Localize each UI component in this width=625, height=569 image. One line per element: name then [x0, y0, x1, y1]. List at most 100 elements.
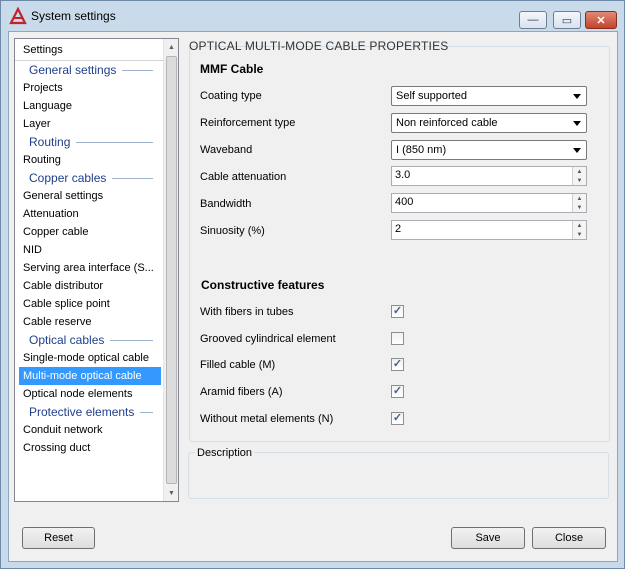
sidebar-list: General settings Projects Language Layer Rou… — [15, 61, 163, 457]
spin-buttons: ▲ ▼ — [572, 194, 586, 212]
close-window-button[interactable]: ✕ — [585, 11, 617, 29]
chevron-down-icon — [573, 94, 581, 99]
sidebar-item[interactable]: General settings — [15, 187, 163, 205]
bandwidth-spinbox[interactable]: 400 ▲ ▼ — [391, 193, 587, 213]
group-divider-line — [76, 142, 153, 143]
feature-checkbox[interactable]: ✓ — [391, 305, 404, 318]
coating-type-value: Self supported — [396, 90, 467, 102]
save-button[interactable]: Save — [451, 527, 525, 549]
sidebar-item[interactable]: Projects — [15, 79, 163, 97]
sidebar-group-label: Routing — [29, 135, 71, 149]
sidebar-item-label: Optical node elements — [23, 388, 133, 400]
scrollbar-thumb[interactable] — [166, 56, 177, 484]
group-divider-line — [110, 340, 153, 341]
spin-up-icon[interactable]: ▲ — [573, 221, 586, 230]
sidebar-item[interactable]: NID — [15, 241, 163, 259]
sidebar-item[interactable]: Optical node elements — [15, 385, 163, 403]
sidebar-item[interactable]: Copper cable — [15, 223, 163, 241]
sinuosity-label: Sinuosity (%) — [200, 225, 265, 237]
coating-type-label: Coating type — [200, 90, 262, 102]
description-label: Description — [195, 447, 255, 459]
chevron-down-icon — [573, 148, 581, 153]
feature-checkbox[interactable]: ✓ — [391, 385, 404, 398]
feature-checkbox[interactable]: ✓ — [391, 412, 404, 425]
cable-attenuation-spinbox[interactable]: 3.0 ▲ ▼ — [391, 166, 587, 186]
minimize-button[interactable]: — — [519, 11, 547, 29]
group-divider-line — [112, 178, 153, 179]
sidebar-item[interactable]: Cable distributor — [15, 277, 163, 295]
sidebar-group-header: Routing — [15, 133, 163, 151]
scroll-up-arrow-icon[interactable]: ▲ — [164, 39, 178, 55]
sidebar-item[interactable]: Language — [15, 97, 163, 115]
sidebar-group-header: Copper cables — [15, 169, 163, 187]
sidebar-item[interactable]: Single-mode optical cable — [15, 349, 163, 367]
properties-title: OPTICAL MULTI-MODE CABLE PROPERTIES — [189, 39, 449, 53]
sidebar-item-label: Routing — [23, 154, 61, 166]
feature-label: Grooved cylindrical element — [200, 333, 336, 345]
sidebar-group-label: Optical cables — [29, 333, 105, 347]
spin-buttons: ▲ ▼ — [572, 167, 586, 185]
sidebar-group-header: Protective elements — [15, 403, 163, 421]
constructive-section-title: Constructive features — [201, 278, 325, 292]
description-box — [188, 452, 609, 499]
sidebar-item[interactable]: Multi-mode optical cable — [19, 367, 161, 385]
sidebar-item[interactable]: Cable reserve — [15, 313, 163, 331]
title-bar[interactable]: System settings — ▭ ✕ — [1, 1, 624, 31]
sidebar-item-label: Layer — [23, 118, 51, 130]
bandwidth-label: Bandwidth — [200, 198, 252, 210]
sidebar-item[interactable]: Serving area interface (S... — [15, 259, 163, 277]
autocad-app-icon — [9, 7, 27, 25]
settings-window: System settings — ▭ ✕ Settings General s… — [0, 0, 625, 569]
sidebar-item-label: Crossing duct — [23, 442, 91, 454]
spin-up-icon[interactable]: ▲ — [573, 167, 586, 176]
checkmark-icon: ✓ — [392, 412, 403, 424]
checkmark-icon: ✓ — [392, 385, 403, 397]
feature-checkbox[interactable] — [391, 332, 404, 345]
sidebar-item-label: Attenuation — [23, 208, 79, 220]
sidebar-item-label: Conduit network — [23, 424, 103, 436]
sidebar-item[interactable]: Conduit network — [15, 421, 163, 439]
spin-up-icon[interactable]: ▲ — [573, 194, 586, 203]
reset-button[interactable]: Reset — [22, 527, 95, 549]
spin-down-icon[interactable]: ▼ — [573, 176, 586, 185]
sidebar-item[interactable]: Layer — [15, 115, 163, 133]
maximize-button[interactable]: ▭ — [553, 11, 581, 29]
sidebar-item-label: Cable splice point — [23, 298, 110, 310]
sidebar-item[interactable]: Attenuation — [15, 205, 163, 223]
sidebar-item-label: Projects — [23, 82, 63, 94]
sidebar-item-label: Cable reserve — [23, 316, 92, 328]
waveband-select[interactable]: I (850 nm) — [391, 140, 587, 160]
sidebar-header[interactable]: Settings — [15, 39, 163, 61]
sidebar-item[interactable]: Cable splice point — [15, 295, 163, 313]
group-divider-line — [122, 70, 153, 71]
chevron-down-icon — [573, 121, 581, 126]
sidebar-group-label: General settings — [29, 63, 117, 77]
sidebar-scrollbar[interactable]: ▲ ▼ — [163, 39, 178, 501]
cable-attenuation-label: Cable attenuation — [200, 171, 287, 183]
cable-attenuation-value: 3.0 — [395, 169, 411, 181]
sidebar-item-label: NID — [23, 244, 42, 256]
spin-down-icon[interactable]: ▼ — [573, 230, 586, 239]
sidebar-item[interactable]: Crossing duct — [15, 439, 163, 457]
sinuosity-value: 2 — [395, 223, 402, 235]
feature-label: Filled cable (M) — [200, 359, 276, 371]
sidebar-item-label: Cable distributor — [23, 280, 104, 292]
feature-checkbox[interactable]: ✓ — [391, 358, 404, 371]
scroll-down-arrow-icon[interactable]: ▼ — [164, 485, 178, 501]
reinforcement-type-value: Non reinforced cable — [396, 117, 498, 129]
reinforcement-type-label: Reinforcement type — [200, 117, 296, 129]
reinforcement-type-select[interactable]: Non reinforced cable — [391, 113, 587, 133]
close-button[interactable]: Close — [532, 527, 606, 549]
checkmark-icon: ✓ — [392, 305, 403, 317]
spin-down-icon[interactable]: ▼ — [573, 203, 586, 212]
sidebar-group-header: Optical cables — [15, 331, 163, 349]
sidebar-group-label: Copper cables — [29, 171, 107, 185]
sidebar-item-label: General settings — [23, 190, 104, 202]
waveband-value: I (850 nm) — [396, 144, 447, 156]
coating-type-select[interactable]: Self supported — [391, 86, 587, 106]
sidebar-group-header: General settings — [15, 61, 163, 79]
spin-buttons: ▲ ▼ — [572, 221, 586, 239]
sidebar-item[interactable]: Routing — [15, 151, 163, 169]
feature-label: With fibers in tubes — [200, 306, 294, 318]
sinuosity-spinbox[interactable]: 2 ▲ ▼ — [391, 220, 587, 240]
